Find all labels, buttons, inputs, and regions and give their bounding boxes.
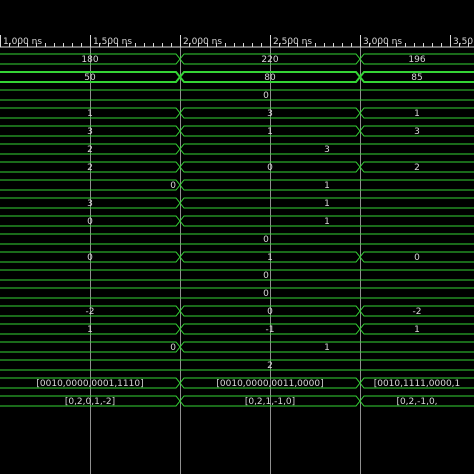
signal-value-label: 2 <box>267 361 273 371</box>
signal-value-label: 1 <box>324 199 330 209</box>
signal-value-label: 0 <box>267 163 273 173</box>
signal-value-label: 1 <box>324 217 330 227</box>
signal-value-label: [0,2,1,-1,0] <box>245 397 295 407</box>
signal-value-label: 80 <box>264 73 276 83</box>
ruler-time-label: 1,500 ns <box>93 37 132 47</box>
ruler-time-label: 2,500 ns <box>273 37 312 47</box>
signal-value-label: 0 <box>414 253 420 263</box>
signal-value-label: 220 <box>261 55 278 65</box>
signal-value-label: 2 <box>414 163 420 173</box>
signal-value-label: -1 <box>266 325 275 335</box>
signal-value-label: 1 <box>267 253 273 263</box>
signal-value-label: 196 <box>408 55 425 65</box>
signal-value-label: 0 <box>263 271 269 281</box>
ruler-time-label: 1,000 ns <box>3 37 42 47</box>
signal-value-label: 3 <box>324 145 330 155</box>
signal-value-label: [0010,0000,0001,1110] <box>36 379 143 389</box>
signal-value-label: 180 <box>81 55 98 65</box>
signal-value-label: -2 <box>413 307 422 317</box>
signal-value-label: 2 <box>87 163 93 173</box>
signal-value-label: 50 <box>84 73 96 83</box>
signal-value-label: 3 <box>87 199 93 209</box>
signal-value-label: 2 <box>87 145 93 155</box>
signal-value-label: 1 <box>324 181 330 191</box>
signal-value-label: [0010,0000,0011,0000] <box>216 379 323 389</box>
signal-value-label: 0 <box>267 307 273 317</box>
signal-value-label: 0 <box>263 235 269 245</box>
signal-value-label: 1 <box>414 325 420 335</box>
ruler-time-label: 3,50 <box>453 37 473 47</box>
signal-value-label: 3 <box>414 127 420 137</box>
signal-value-label: 0 <box>170 343 176 353</box>
ruler-time-label: 3,000 ns <box>363 37 402 47</box>
signal-value-label: 3 <box>267 109 273 119</box>
signal-value-label: [0,2,-1,0, <box>396 397 437 407</box>
signal-value-label: [0010,1111,0000,1 <box>374 379 461 389</box>
signal-value-label: 0 <box>87 217 93 227</box>
signal-value-label: 1 <box>267 127 273 137</box>
signal-value-label: 85 <box>411 73 422 83</box>
signal-value-label: 1 <box>414 109 420 119</box>
signal-value-label: [0,2,0,1,-2] <box>65 397 115 407</box>
signal-value-label: 0 <box>87 253 93 263</box>
signal-value-label: 1 <box>87 109 93 119</box>
ruler-time-label: 2,000 ns <box>183 37 222 47</box>
signal-value-label: 1 <box>324 343 330 353</box>
signal-value-label: 0 <box>170 181 176 191</box>
waveform-viewer[interactable]: 1,000 ns 1,500 ns 2,000 ns 2,500 ns 3,000 ns… <box>0 0 474 474</box>
signal-value-label: 0 <box>263 91 269 101</box>
signal-value-label: 3 <box>87 127 93 137</box>
signal-value-label: 1 <box>87 325 93 335</box>
signal-value-label: 0 <box>263 289 269 299</box>
signal-value-label: -2 <box>86 307 95 317</box>
